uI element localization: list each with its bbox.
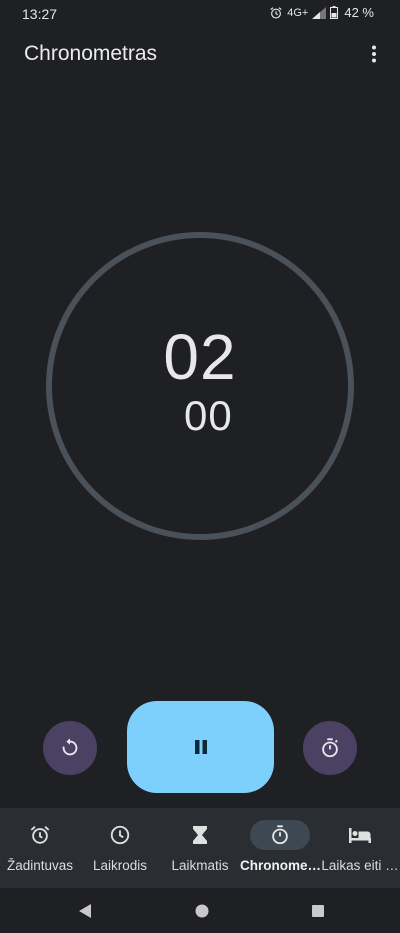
more-vert-icon [372, 45, 376, 63]
nav-icon-wrap [250, 820, 310, 850]
status-icons: 4G+ 42 % [269, 5, 374, 20]
nav-icon-wrap [170, 820, 230, 850]
reset-icon [62, 738, 78, 756]
nav-item-clock[interactable]: Laikrodis [80, 808, 160, 888]
nav-label: Žadintuvas [6, 858, 74, 873]
alarm-status-icon [270, 6, 282, 19]
pause-icon [194, 740, 207, 754]
nav-icon-wrap [90, 820, 150, 850]
lap-button[interactable] [303, 721, 357, 775]
nav-icon-wrap [10, 820, 70, 850]
home-button[interactable] [189, 898, 215, 924]
alarm-icon [30, 826, 50, 844]
status-bar: 13:27 4G+ 42 % [0, 0, 400, 28]
nav-item-alarm[interactable]: Žadintuvas [0, 808, 80, 888]
app-bar: Chronometras [0, 34, 400, 78]
nav-icon-wrap [330, 820, 390, 850]
nav-label: Laikas eiti … [321, 858, 399, 873]
bed-icon [349, 828, 371, 843]
nav-item-timer[interactable]: Laikmatis [160, 808, 240, 888]
battery-percent: 42 % [344, 5, 374, 20]
clock-icon [110, 825, 130, 845]
recents-button[interactable] [305, 898, 331, 924]
back-icon [79, 904, 91, 918]
recents-icon [312, 905, 324, 917]
nav-label: Laikmatis [171, 858, 229, 873]
stopwatch-icon [272, 825, 288, 845]
reset-button[interactable] [43, 721, 97, 775]
nav-item-bedtime[interactable]: Laikas eiti … [320, 808, 400, 888]
signal-icon [312, 6, 327, 19]
nav-label: Chronome… [240, 858, 320, 873]
page-title: Chronometras [24, 42, 158, 65]
home-icon [195, 904, 209, 918]
back-button[interactable] [72, 898, 98, 924]
battery-icon [330, 6, 339, 19]
hourglass-icon [193, 826, 207, 844]
system-navigation-bar [0, 888, 400, 933]
stopwatch-icon [322, 738, 338, 758]
elapsed-seconds: 02 [163, 321, 237, 393]
status-time: 13:27 [22, 6, 58, 22]
nav-item-stopwatch[interactable]: Chronome… [240, 808, 320, 888]
bottom-navigation: Žadintuvas Laikrodis Laikmatis Chronome…… [0, 808, 400, 888]
pause-button[interactable] [127, 701, 274, 793]
network-type: 4G+ [287, 6, 309, 19]
nav-label: Laikrodis [92, 858, 148, 873]
more-options-button[interactable] [358, 38, 390, 70]
elapsed-hundredths: 00 [184, 392, 233, 439]
